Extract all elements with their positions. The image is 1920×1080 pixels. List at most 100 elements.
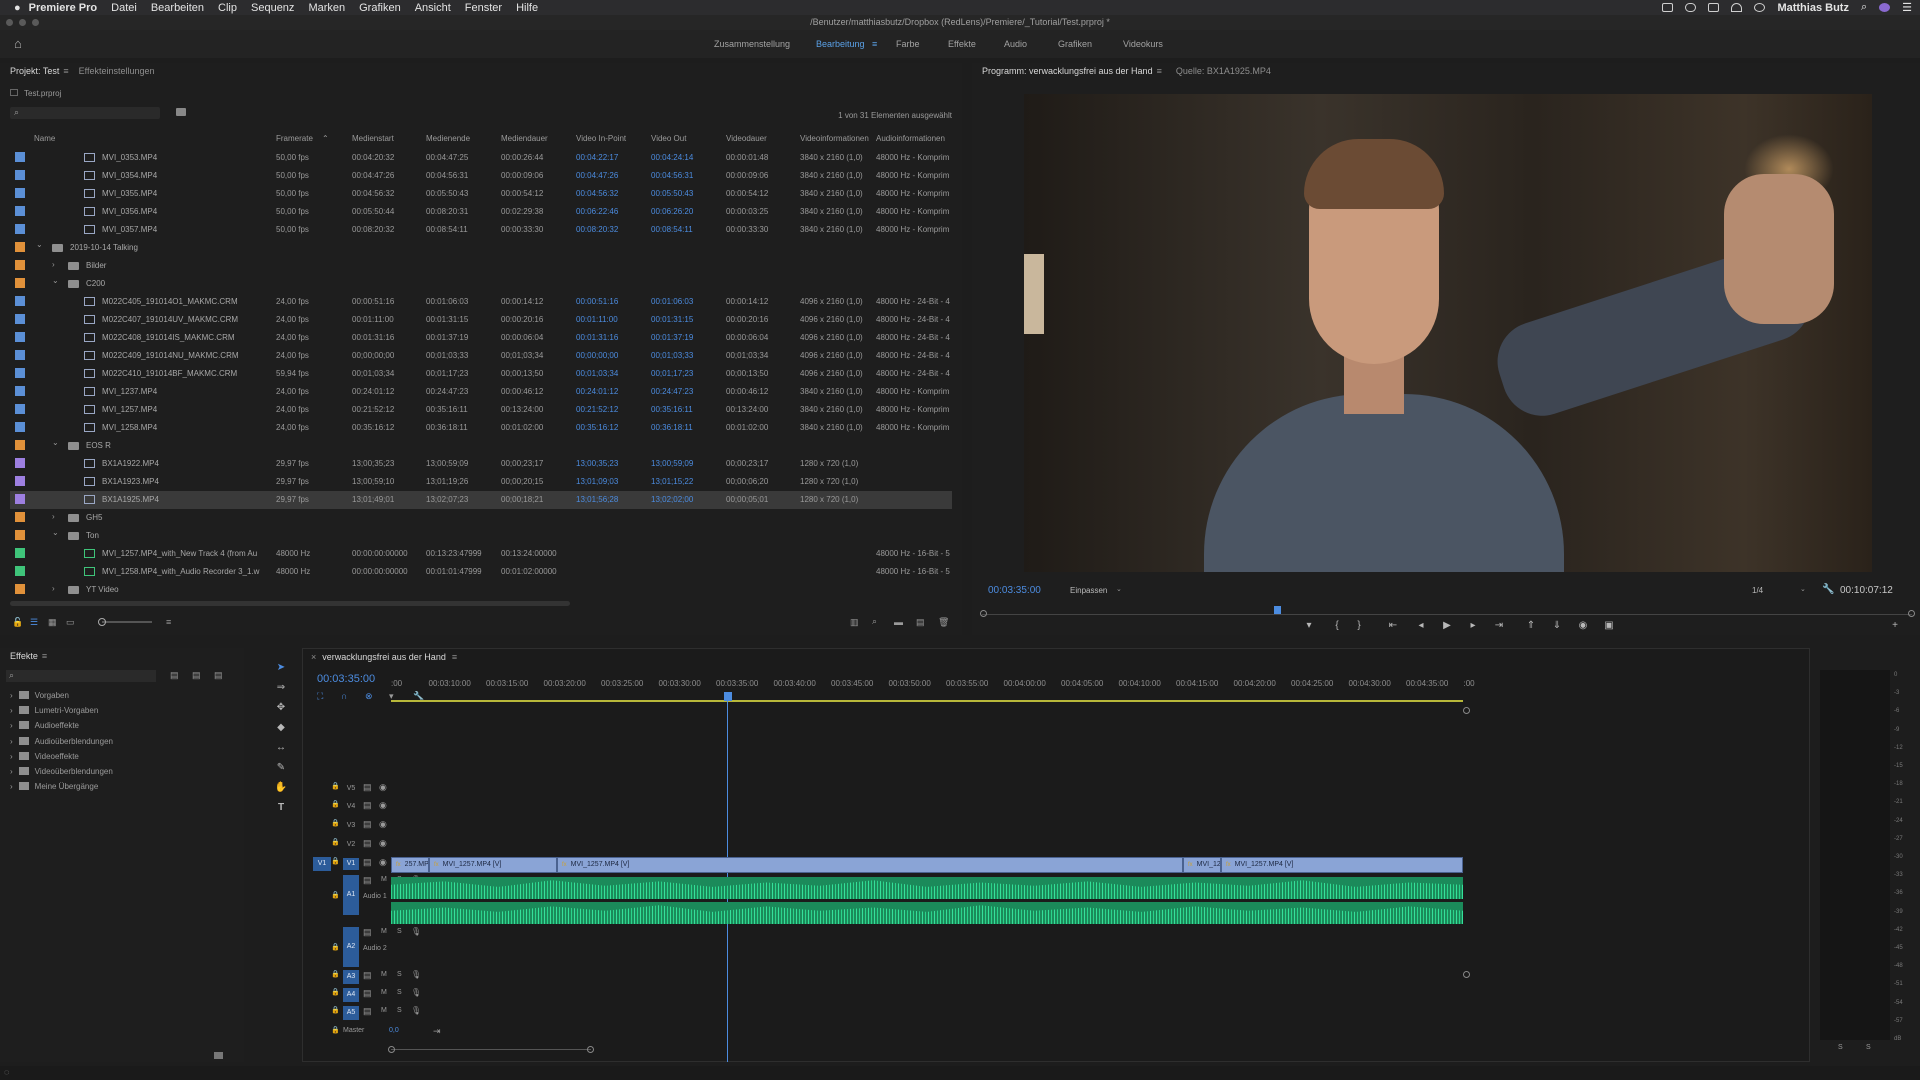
item-name[interactable]: MVI_0357.MP4 — [102, 225, 157, 234]
label-color-swatch[interactable] — [15, 494, 25, 504]
dropbox-icon[interactable] — [1708, 3, 1720, 12]
fit-dropdown[interactable]: Einpassen — [1070, 586, 1107, 595]
panel-menu-icon[interactable]: ≡ — [1157, 66, 1162, 76]
user-name[interactable]: Matthias Butz — [1777, 2, 1849, 14]
sync-lock-icon[interactable]: ▤ — [363, 927, 372, 938]
sync-lock-icon[interactable]: ▤ — [363, 819, 372, 830]
clip-row[interactable]: MVI_1258.MP4_with_Audio Recorder 3_1.w 48… — [10, 563, 952, 581]
bin-row[interactable]: › GH5 — [10, 509, 952, 527]
column-header[interactable]: Framerate — [276, 134, 313, 143]
audio-track-target[interactable]: A3 — [343, 970, 359, 984]
item-name[interactable]: YT Video — [86, 585, 119, 594]
chevron-right-icon[interactable]: › — [10, 691, 13, 700]
item-name[interactable]: M022C405_191014O1_MAKMC.CRM — [102, 297, 238, 306]
label-color-swatch[interactable] — [15, 512, 25, 522]
tab-source[interactable]: Quelle: BX1A1925.MP4 — [1176, 66, 1271, 76]
tab-effect-settings[interactable]: Effekteinstellungen — [79, 66, 155, 76]
label-color-swatch[interactable] — [15, 170, 25, 180]
audio-track-target[interactable]: A1 — [343, 875, 359, 915]
go-to-out-icon[interactable]: ⇥ — [1492, 620, 1506, 634]
status-icon[interactable]: ◌ — [4, 1067, 9, 1077]
scroll-handle-left[interactable] — [388, 1046, 395, 1053]
program-timecode[interactable]: 00:03:35:00 — [988, 585, 1041, 596]
item-name[interactable]: MVI_1258.MP4_with_Audio Recorder 3_1.w — [102, 567, 259, 576]
project-horizontal-scrollbar[interactable] — [10, 601, 570, 606]
audio-track-target[interactable]: A5 — [343, 1006, 359, 1020]
lock-icon[interactable]: 🔒 — [331, 1026, 340, 1034]
sync-lock-icon[interactable]: ▤ — [363, 782, 372, 793]
workspace-audio[interactable]: Audio — [1004, 39, 1027, 49]
video-clip[interactable]: fx MVI_1257.MP4 [V] — [557, 857, 1183, 873]
item-name[interactable]: BX1A1923.MP4 — [102, 477, 159, 486]
mute-button[interactable]: M — [381, 1007, 387, 1014]
sync-lock-icon[interactable]: ▤ — [363, 875, 372, 886]
lock-icon[interactable]: 🔒 — [331, 943, 340, 951]
label-color-swatch[interactable] — [15, 242, 25, 252]
clip-row[interactable]: MVI_0356.MP4 50,00 fps 00:05:50:44 00:08:20… — [10, 203, 952, 221]
label-color-swatch[interactable] — [15, 260, 25, 270]
monitor-in-handle[interactable] — [980, 610, 987, 617]
tab-sequence[interactable]: verwacklungsfrei aus der Hand — [322, 652, 446, 662]
go-to-end-icon[interactable]: ⇥ — [433, 1026, 441, 1037]
workspace-zusammenstellung[interactable]: Zusammenstellung — [714, 39, 790, 49]
new-custom-bin-icon[interactable] — [214, 1052, 223, 1059]
effects-folder[interactable]: › Meine Übergänge — [10, 782, 98, 791]
chevron-down-icon[interactable]: ⌄ — [1116, 585, 1122, 593]
menu-fenster[interactable]: Fenster — [465, 2, 502, 14]
notification-icon[interactable]: ☰ — [1902, 1, 1912, 14]
label-color-swatch[interactable] — [15, 386, 25, 396]
clip-row[interactable]: M022C407_191014UV_MAKMC.CRM 24,00 fps 00:0… — [10, 311, 952, 329]
bin-row[interactable]: › Bilder — [10, 257, 952, 275]
item-name[interactable]: BX1A1925.MP4 — [102, 495, 159, 504]
timeline-ruler[interactable]: :00 00:03:10:00 00:03:15:00 00:03:20:00 00:0… — [391, 671, 1475, 689]
menu-datei[interactable]: Datei — [111, 2, 137, 14]
minimize-window-button[interactable] — [19, 19, 26, 26]
accelerated-effects-icon[interactable]: ▤ — [170, 670, 179, 681]
program-video-frame[interactable] — [1024, 94, 1872, 572]
mute-button[interactable]: M — [381, 876, 387, 883]
timeline-timecode[interactable]: 00:03:35:00 — [317, 673, 375, 685]
clip-row[interactable]: MVI_0355.MP4 50,00 fps 00:04:56:32 00:05:50… — [10, 185, 952, 203]
selection-tool-icon[interactable]: ➤ — [274, 662, 288, 676]
solo-button[interactable]: S — [397, 989, 402, 996]
microphone-icon[interactable]: 🎙 — [411, 927, 421, 936]
source-patch-v1[interactable]: V1 — [313, 857, 331, 871]
bin-row[interactable]: ⌄ Ton — [10, 527, 952, 545]
track-target[interactable]: V2 — [343, 839, 359, 851]
label-color-swatch[interactable] — [15, 332, 25, 342]
resolution-dropdown[interactable]: 1/4 — [1752, 586, 1763, 595]
solo-button[interactable]: S — [397, 928, 402, 935]
label-color-swatch[interactable] — [15, 440, 25, 450]
step-forward-icon[interactable]: ▸ — [1466, 620, 1480, 634]
microphone-icon[interactable]: 🎙 — [411, 988, 421, 997]
freeform-view-icon[interactable]: ▭ — [66, 617, 75, 628]
sync-lock-icon[interactable]: ▤ — [363, 857, 372, 868]
menu-marken[interactable]: Marken — [308, 2, 345, 14]
clip-row[interactable]: MVI_1258.MP4 24,00 fps 00:35:16:12 00:36:18… — [10, 419, 952, 437]
item-name[interactable]: MVI_1257.MP4 — [102, 405, 157, 414]
wifi-icon[interactable] — [1731, 3, 1743, 12]
sort-icon[interactable]: ≡ — [166, 617, 171, 627]
mute-button[interactable]: M — [381, 989, 387, 996]
menu-clip[interactable]: Clip — [218, 2, 237, 14]
track-target[interactable]: V1 — [343, 858, 359, 870]
microphone-icon[interactable]: 🎙 — [411, 1006, 421, 1015]
track-select-tool-icon[interactable]: ⇒ — [274, 682, 288, 696]
track-target[interactable]: V4 — [343, 801, 359, 813]
clip-row[interactable]: MVI_0353.MP4 50,00 fps 00:04:20:32 00:04:47… — [10, 149, 952, 167]
scroll-handle-right[interactable] — [587, 1046, 594, 1053]
chevron-right-icon[interactable]: › — [52, 584, 55, 593]
label-color-swatch[interactable] — [15, 368, 25, 378]
item-name[interactable]: MVI_1257.MP4_with_New Track 4 (from Au — [102, 549, 257, 558]
item-name[interactable]: MVI_1237.MP4 — [102, 387, 157, 396]
chevron-right-icon[interactable]: › — [10, 767, 13, 776]
video-clip[interactable]: fx MVI_1257.MP4 [V] — [1221, 857, 1463, 873]
audio-track-target[interactable]: A2 — [343, 927, 359, 967]
track-target[interactable]: V3 — [343, 820, 359, 832]
snap-icon[interactable]: ∩ — [341, 691, 347, 701]
menu-grafiken[interactable]: Grafiken — [359, 2, 401, 14]
clip-row[interactable]: BX1A1925.MP4 29,97 fps 13;01;49;01 13;02;07… — [10, 491, 952, 509]
label-color-swatch[interactable] — [15, 296, 25, 306]
track-end-handle[interactable] — [1463, 707, 1470, 714]
column-header[interactable]: Medienstart — [352, 134, 394, 143]
